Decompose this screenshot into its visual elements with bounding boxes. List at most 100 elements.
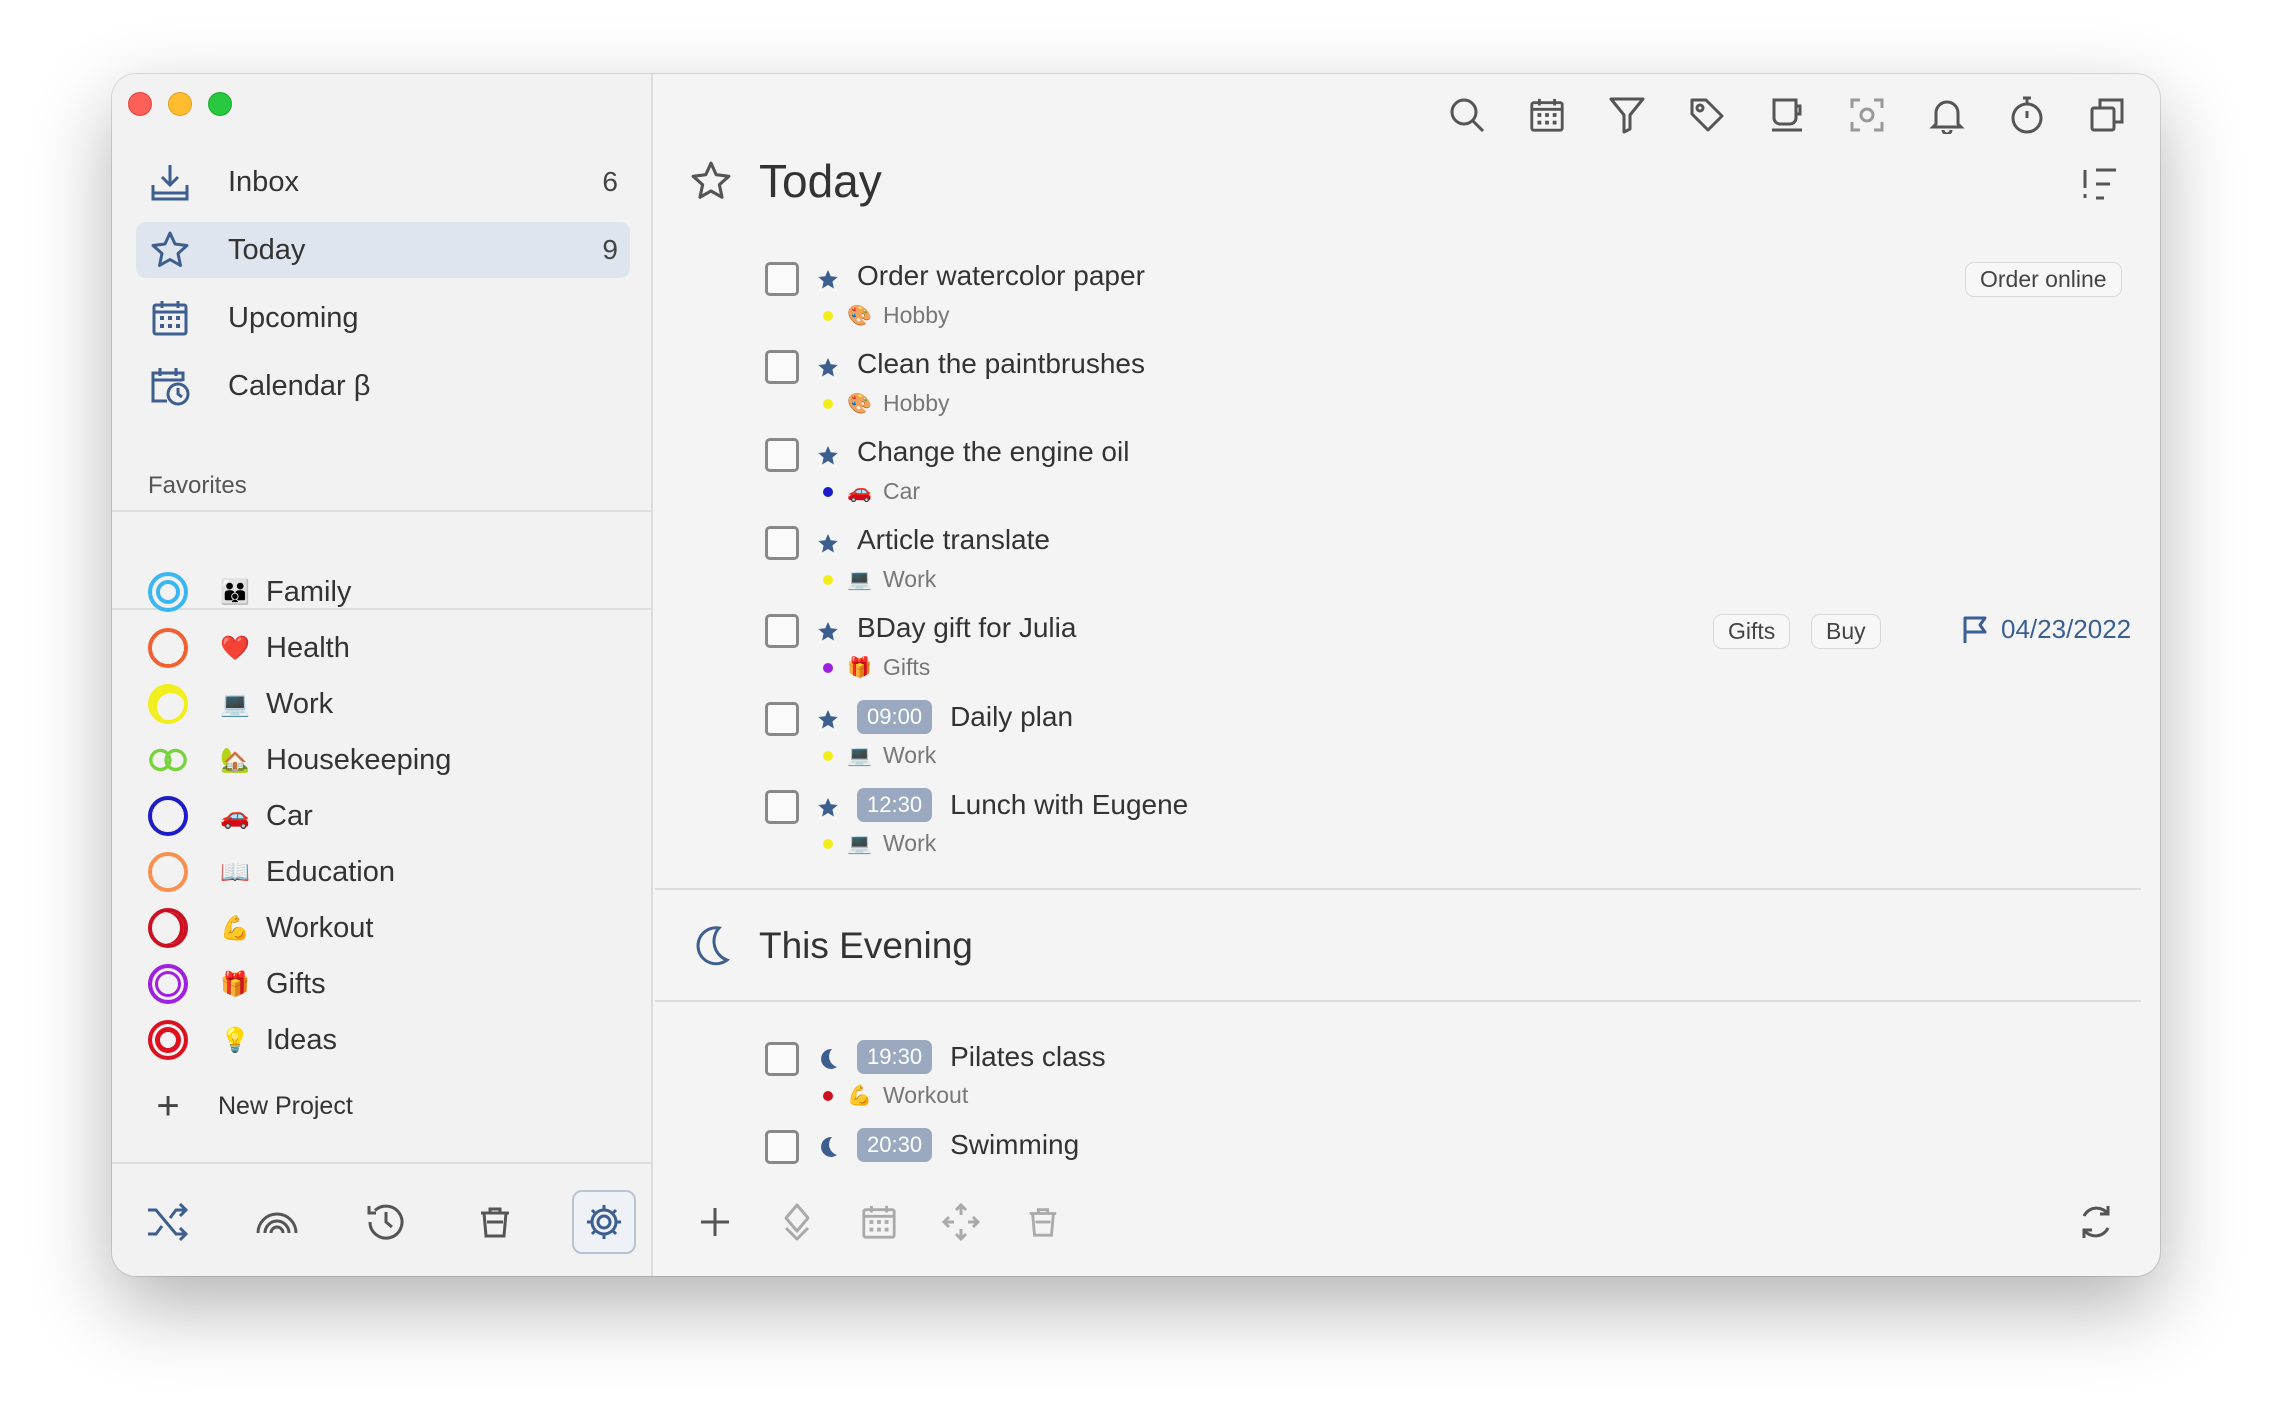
shuffle-button[interactable] — [136, 1190, 200, 1254]
star-icon — [815, 790, 841, 824]
maximize-window-button[interactable] — [208, 92, 232, 116]
task-row[interactable]: Change the engine oil 🚗 Car — [765, 436, 2125, 526]
break-button[interactable] — [1764, 92, 1810, 138]
time-badge: 19:30 — [857, 1040, 933, 1074]
trash-button[interactable] — [463, 1190, 527, 1254]
focus-button[interactable] — [1844, 92, 1890, 138]
project-progress-icon — [148, 628, 188, 668]
task-checkbox[interactable] — [765, 438, 799, 472]
task-checkbox[interactable] — [765, 614, 799, 648]
priority-button[interactable] — [773, 1190, 821, 1254]
settings-button[interactable] — [572, 1190, 636, 1254]
task-row[interactable]: 12:30 Lunch with Eugene 💻 Work — [765, 788, 2125, 878]
project-name: Ideas — [266, 1023, 337, 1056]
task-row[interactable]: BDay gift for Julia 🎁 Gifts Gifts Buy 04/… — [765, 612, 2131, 702]
calendar-button[interactable] — [1524, 92, 1570, 138]
project-item-gifts[interactable]: 🎁 Gifts — [148, 956, 618, 1012]
laptop-icon: 💻 — [847, 833, 872, 855]
shuffle-icon — [148, 1202, 189, 1242]
move-button[interactable] — [937, 1190, 985, 1254]
task-row[interactable]: Article translate 💻 Work — [765, 524, 2125, 614]
task-title: Change the engine oil — [857, 436, 1130, 467]
minimize-window-button[interactable] — [168, 92, 192, 116]
reminders-button[interactable] — [1924, 92, 1970, 138]
refresh-icon — [2082, 1206, 2110, 1238]
project-label: Car — [883, 478, 921, 504]
sync-button[interactable] — [2072, 1190, 2120, 1254]
timer-button[interactable] — [2004, 92, 2050, 138]
task-checkbox[interactable] — [765, 262, 799, 296]
task-row[interactable]: Clean the paintbrushes 🎨 Hobby — [765, 348, 2125, 438]
task-checkbox[interactable] — [765, 790, 799, 824]
calendar-grid-icon — [148, 296, 192, 340]
car-icon: 🚗 — [220, 802, 250, 830]
task-checkbox[interactable] — [765, 1130, 799, 1164]
project-name: Family — [266, 575, 352, 608]
plus-icon: + — [156, 1084, 180, 1128]
rainbow-icon — [256, 1212, 298, 1234]
sort-priority-icon — [2083, 168, 2116, 200]
task-tag[interactable]: Buy — [1811, 614, 1881, 649]
task-checkbox[interactable] — [765, 526, 799, 560]
task-project: 🎨 Hobby — [823, 390, 949, 417]
favorites-heading[interactable]: Favorites — [148, 472, 247, 500]
inbox-icon — [148, 160, 192, 204]
project-item-family[interactable]: 👪 Family — [148, 564, 618, 620]
nav-item-inbox[interactable]: Inbox 6 — [136, 154, 630, 210]
project-item-work[interactable]: 💻 Work — [148, 676, 618, 732]
main-nav: Inbox 6 Today 9 Upcoming Calendar β — [136, 154, 630, 426]
due-date[interactable]: 04/23/2022 — [1961, 614, 2131, 645]
nav-label: Today — [228, 233, 306, 266]
task-title: BDay gift for Julia — [857, 612, 1077, 643]
main-toolbar — [1444, 92, 2130, 138]
task-title: Article translate — [857, 524, 1050, 555]
project-label: Work — [883, 830, 937, 856]
task-row[interactable]: 19:30 Pilates class 💪 Workout — [765, 1040, 2125, 1130]
star-icon — [148, 228, 192, 272]
filter-button[interactable] — [1604, 92, 1650, 138]
project-dot — [823, 662, 833, 673]
project-dot — [823, 398, 833, 409]
rainbow-button[interactable] — [245, 1190, 309, 1254]
section-divider — [655, 888, 2141, 890]
project-name: Workout — [266, 911, 374, 944]
close-window-button[interactable] — [128, 92, 152, 116]
task-row[interactable]: 09:00 Daily plan 💻 Work — [765, 700, 2125, 790]
new-project-button[interactable]: + New Project — [148, 1084, 352, 1128]
project-name: Work — [266, 687, 334, 720]
nav-item-upcoming[interactable]: Upcoming — [136, 290, 630, 346]
app-window: Inbox 6 Today 9 Upcoming Calendar β Favo… — [112, 74, 2160, 1276]
project-item-education[interactable]: 📖 Education — [148, 844, 618, 900]
sort-button[interactable] — [2080, 166, 2120, 211]
history-button[interactable] — [354, 1190, 418, 1254]
project-dot — [823, 1090, 833, 1101]
project-item-workout[interactable]: 💪 Workout — [148, 900, 618, 956]
project-item-car[interactable]: 🚗 Car — [148, 788, 618, 844]
windows-button[interactable] — [2084, 92, 2130, 138]
stopwatch-icon — [2011, 96, 2043, 134]
time-badge: 20:30 — [857, 1128, 933, 1162]
project-item-ideas[interactable]: 💡 Ideas — [148, 1012, 618, 1068]
nav-item-calendar[interactable]: Calendar β — [136, 358, 630, 414]
laptop-icon: 💻 — [847, 745, 872, 767]
delete-button[interactable] — [1019, 1190, 1067, 1254]
nav-item-today[interactable]: Today 9 — [136, 222, 630, 278]
project-item-health[interactable]: ❤️ Health — [148, 620, 618, 676]
task-row[interactable]: Order watercolor paper 🎨 Hobby Order onli… — [765, 260, 2125, 350]
tag-button[interactable] — [1684, 92, 1730, 138]
sidebar-divider — [112, 1162, 651, 1164]
moon-icon — [815, 1042, 841, 1076]
project-item-housekeeping[interactable]: 🏡 Housekeeping — [148, 732, 618, 788]
task-tag[interactable]: Gifts — [1713, 614, 1791, 649]
due-date-label: 04/23/2022 — [2001, 614, 2132, 644]
task-checkbox[interactable] — [765, 702, 799, 736]
project-label: Hobby — [883, 302, 950, 328]
duplicate-window-icon — [2090, 98, 2124, 132]
task-tag[interactable]: Order online — [1965, 262, 2122, 297]
schedule-button[interactable] — [855, 1190, 903, 1254]
search-button[interactable] — [1444, 92, 1490, 138]
coffee-cup-icon — [1772, 98, 1802, 132]
task-checkbox[interactable] — [765, 350, 799, 384]
add-task-button[interactable] — [691, 1190, 739, 1254]
task-checkbox[interactable] — [765, 1042, 799, 1076]
